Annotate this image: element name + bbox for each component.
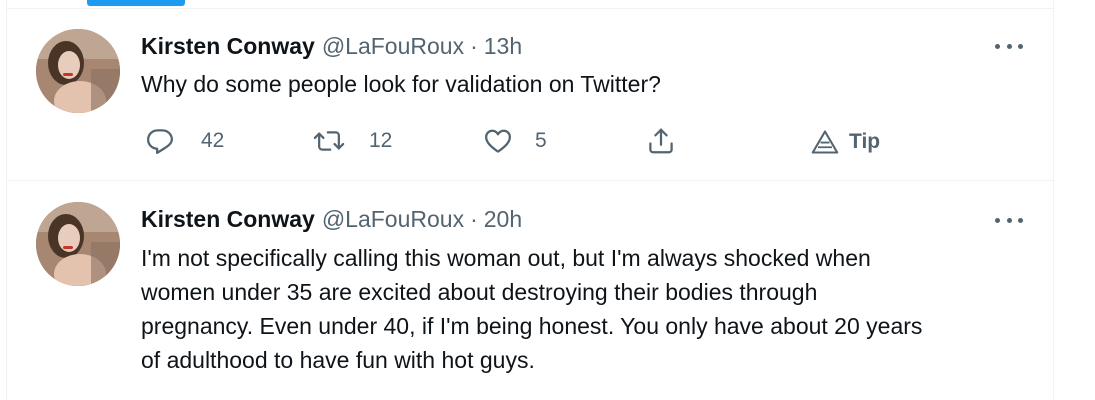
tweet-text: I'm not specifically calling this woman …	[141, 245, 923, 373]
like-count: 5	[535, 129, 547, 152]
like-button[interactable]: 5	[483, 125, 547, 157]
share-icon	[649, 128, 673, 154]
tip-button[interactable]: Tip	[811, 127, 880, 157]
avatar[interactable]	[36, 29, 120, 113]
tip-label: Tip	[849, 130, 881, 153]
share-button[interactable]	[646, 125, 676, 157]
tweet-header: Kirsten Conway @LaFouRoux · 20h	[141, 204, 522, 234]
tweet-header: Kirsten Conway @LaFouRoux · 13h	[141, 31, 522, 61]
timestamp[interactable]: 13h	[484, 33, 522, 60]
tweet[interactable]: Kirsten Conway @LaFouRoux · 13h Why do s…	[7, 9, 1053, 181]
reply-icon	[147, 129, 173, 154]
separator: ·	[470, 32, 478, 59]
author-handle[interactable]: @LaFouRoux	[322, 33, 464, 60]
heart-icon	[485, 129, 511, 153]
more-options-button[interactable]	[995, 210, 1023, 230]
avatar[interactable]	[36, 202, 120, 286]
author-handle[interactable]: @LaFouRoux	[322, 206, 464, 233]
tweet[interactable]: Kirsten Conway @LaFouRoux · 20h I'm not …	[7, 181, 1053, 400]
active-tab-indicator	[87, 0, 185, 6]
timeline: Kirsten Conway @LaFouRoux · 13h Why do s…	[6, 0, 1054, 400]
retweet-icon	[313, 131, 345, 151]
tip-icon	[811, 130, 839, 154]
retweet-button[interactable]: 12	[313, 125, 392, 157]
more-horizontal-icon	[995, 43, 1000, 49]
author-name[interactable]: Kirsten Conway	[141, 33, 315, 60]
more-horizontal-icon	[995, 217, 1000, 223]
separator: ·	[470, 205, 478, 232]
more-options-button[interactable]	[995, 36, 1023, 56]
author-name[interactable]: Kirsten Conway	[141, 206, 315, 233]
timestamp[interactable]: 20h	[484, 206, 522, 233]
reply-count: 42	[201, 129, 225, 152]
tweet-text: Why do some people look for validation o…	[141, 71, 661, 97]
tweet-actions: 42 12 5	[141, 125, 701, 157]
reply-button[interactable]: 42	[145, 125, 224, 157]
retweet-count: 12	[369, 129, 393, 152]
